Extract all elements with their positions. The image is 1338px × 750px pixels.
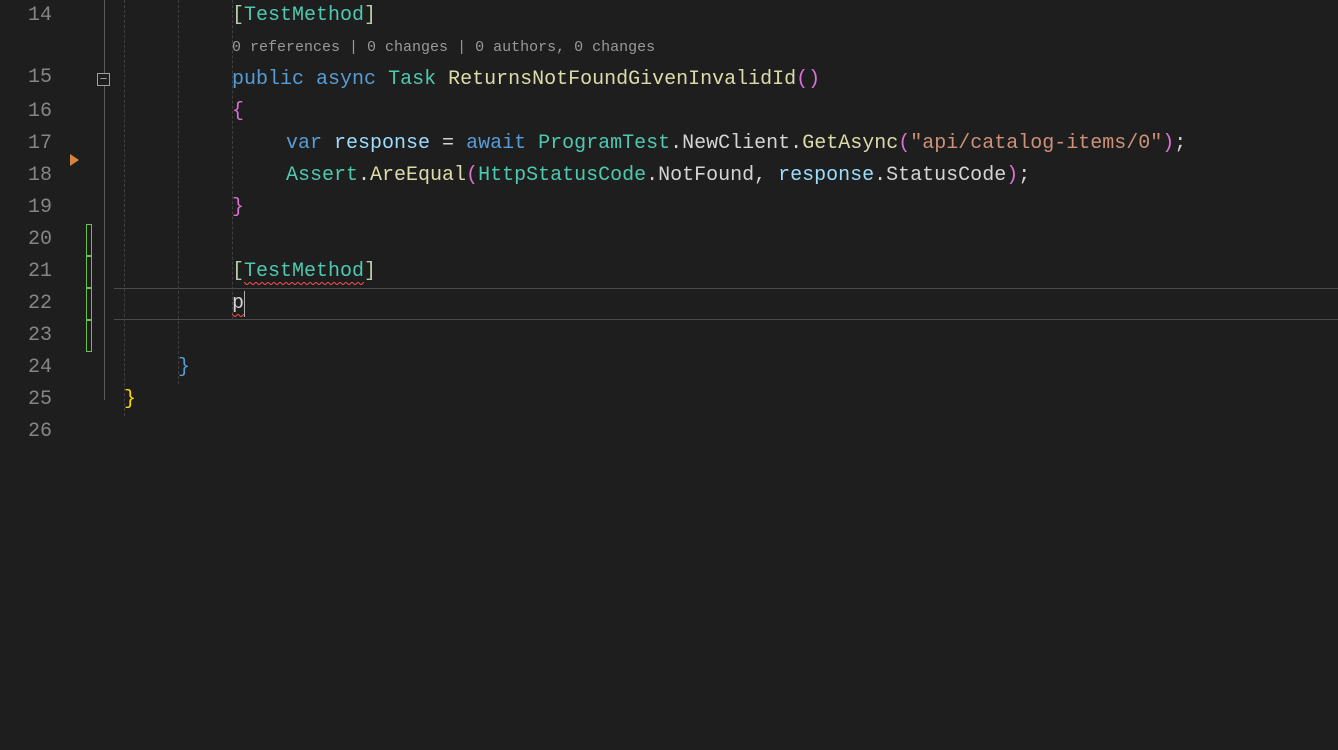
- change-marker: [86, 320, 92, 352]
- variable: response: [334, 132, 430, 155]
- code-area[interactable]: [TestMethod] 0 references | 0 changes | …: [114, 0, 1338, 750]
- code-line[interactable]: public async Task ReturnsNotFoundGivenIn…: [114, 64, 1338, 96]
- code-line[interactable]: [114, 224, 1338, 256]
- line-number: 25: [0, 384, 52, 416]
- code-line[interactable]: }: [114, 192, 1338, 224]
- property: NewClient: [682, 132, 790, 155]
- type: ProgramTest: [538, 132, 670, 155]
- property: StatusCode: [886, 164, 1006, 187]
- code-line[interactable]: var response = await ProgramTest.NewClie…: [114, 128, 1338, 160]
- method-name: ReturnsNotFoundGivenInvalidId: [448, 68, 796, 91]
- code-editor[interactable]: 14 15 16 17 18 19 20 21 22 23 24 25 26: [0, 0, 1338, 750]
- code-line[interactable]: }: [114, 352, 1338, 384]
- line-number: 18: [0, 160, 52, 192]
- change-marker: [86, 288, 92, 320]
- line-number: 16: [0, 96, 52, 128]
- enum-member: NotFound: [658, 164, 754, 187]
- keyword: public: [232, 68, 304, 91]
- method-call: GetAsync: [802, 132, 898, 155]
- line-number: 24: [0, 352, 52, 384]
- change-marker: [86, 256, 92, 288]
- code-line[interactable]: [114, 416, 1338, 448]
- variable: response: [778, 164, 874, 187]
- codelens-refs[interactable]: 0 references: [232, 39, 340, 56]
- codelens-authors[interactable]: 0 authors, 0 changes: [475, 39, 655, 56]
- keyword: async: [316, 68, 376, 91]
- line-number: 14: [0, 0, 52, 32]
- code-line[interactable]: [TestMethod]: [114, 256, 1338, 288]
- brace: {: [232, 100, 244, 123]
- bracket: [: [232, 4, 244, 27]
- bracket: [: [232, 260, 244, 283]
- code-line[interactable]: [TestMethod]: [114, 0, 1338, 32]
- breakpoint-icon[interactable]: [70, 154, 79, 166]
- paren: ): [808, 68, 820, 91]
- line-number: 20: [0, 224, 52, 256]
- change-margin: [84, 0, 94, 750]
- line-number: 26: [0, 416, 52, 448]
- line-number: 17: [0, 128, 52, 160]
- method-call: AreEqual: [370, 164, 466, 187]
- line-number-gutter: 14 15 16 17 18 19 20 21 22 23 24 25 26: [0, 0, 64, 750]
- code-line[interactable]: [114, 320, 1338, 352]
- change-marker: [86, 224, 92, 256]
- type: Assert: [286, 164, 358, 187]
- keyword: var: [286, 132, 322, 155]
- brace: }: [178, 356, 190, 379]
- type: HttpStatusCode: [478, 164, 646, 187]
- outline-margin[interactable]: −: [94, 0, 114, 750]
- line-number: 23: [0, 320, 52, 352]
- fold-toggle-icon[interactable]: −: [97, 73, 110, 86]
- string-literal: "api/catalog-items/0": [910, 132, 1162, 155]
- attribute: TestMethod: [244, 260, 364, 285]
- paren: (: [796, 68, 808, 91]
- attribute: TestMethod: [244, 4, 364, 27]
- codelens[interactable]: 0 references | 0 changes | 0 authors, 0 …: [114, 32, 1338, 64]
- line-number: 21: [0, 256, 52, 288]
- keyword: await: [466, 132, 526, 155]
- bracket: ]: [364, 4, 376, 27]
- text-caret: [244, 291, 245, 317]
- line-number: 19: [0, 192, 52, 224]
- code-line[interactable]: Assert.AreEqual(HttpStatusCode.NotFound,…: [114, 160, 1338, 192]
- code-line[interactable]: {: [114, 96, 1338, 128]
- line-number: 15: [0, 32, 52, 96]
- incomplete-token: p: [232, 292, 244, 317]
- brace: }: [124, 388, 136, 411]
- type: Task: [388, 68, 436, 91]
- bracket: ]: [364, 260, 376, 283]
- brace: }: [232, 196, 244, 219]
- line-number: 22: [0, 288, 52, 320]
- codelens-changes[interactable]: 0 changes: [367, 39, 448, 56]
- code-line[interactable]: }: [114, 384, 1338, 416]
- code-line[interactable]: p: [114, 288, 1338, 320]
- glyph-margin[interactable]: [64, 0, 84, 750]
